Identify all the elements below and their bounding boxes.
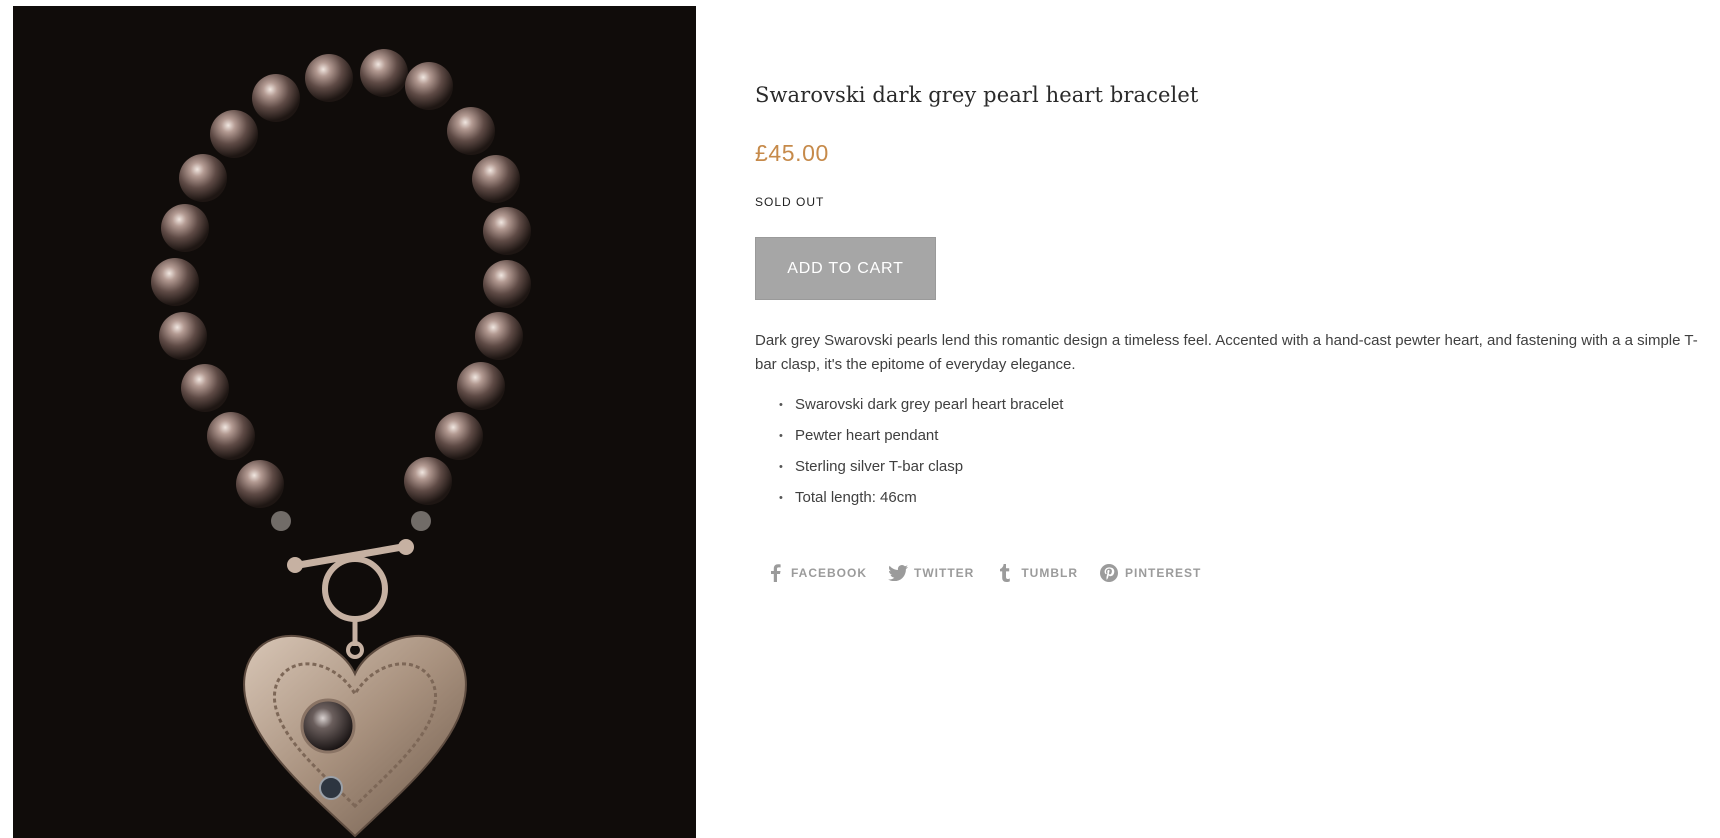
product-description: Dark grey Swarovski pearls lend this rom… <box>755 332 1698 373</box>
share-facebook-label: FACEBOOK <box>791 566 868 580</box>
pearl-bead <box>181 364 229 412</box>
tumblr-icon <box>995 563 1015 583</box>
share-bar: FACEBOOK TWITTER TUMBLR PINTEREST <box>765 563 1222 583</box>
pearl-bead <box>435 412 483 460</box>
pearl-bead <box>483 260 531 308</box>
share-pinterest-link[interactable]: PINTEREST <box>1099 563 1201 583</box>
pearl-bead <box>472 155 520 203</box>
pearl-bead <box>236 460 284 508</box>
pearl-bead <box>475 312 523 360</box>
share-twitter-label: TWITTER <box>914 566 975 580</box>
pinterest-icon <box>1099 563 1119 583</box>
stock-status: SOLD OUT <box>755 195 825 209</box>
share-facebook-link[interactable]: FACEBOOK <box>765 563 867 583</box>
facebook-icon <box>765 563 785 583</box>
list-item: Swarovski dark grey pearl heart bracelet <box>779 393 1063 424</box>
product-title: Swarovski dark grey pearl heart bracelet <box>755 83 1199 107</box>
pearl-bead <box>161 204 209 252</box>
pearl-bead <box>210 110 258 158</box>
share-twitter-link[interactable]: TWITTER <box>888 563 974 583</box>
twitter-icon <box>888 563 909 583</box>
pearl-bead <box>159 312 207 360</box>
pearl-bead <box>207 412 255 460</box>
pearl-bead <box>305 54 353 102</box>
pearl-bead <box>360 49 408 97</box>
list-item: Sterling silver T-bar clasp <box>779 455 1063 486</box>
pearl-bead <box>405 62 453 110</box>
pearl-bead <box>483 207 531 255</box>
share-pinterest-label: PINTEREST <box>1125 566 1202 580</box>
pearl-bead <box>179 154 227 202</box>
pearl-bead <box>151 258 199 306</box>
pearl-bead <box>404 457 452 505</box>
share-tumblr-link[interactable]: TUMBLR <box>995 563 1078 583</box>
product-price: £45.00 <box>755 140 829 166</box>
list-item: Total length: 46cm <box>779 486 1063 517</box>
pearl-bead <box>447 107 495 155</box>
pearl-bead <box>457 362 505 410</box>
share-tumblr-label: TUMBLR <box>1021 566 1078 580</box>
add-to-cart-button[interactable]: ADD TO CART <box>755 237 936 300</box>
feature-list: Swarovski dark grey pearl heart bracelet… <box>755 393 1063 517</box>
pearl-bead <box>252 74 300 122</box>
list-item: Pewter heart pendant <box>779 424 1063 455</box>
product-image[interactable] <box>13 6 696 838</box>
